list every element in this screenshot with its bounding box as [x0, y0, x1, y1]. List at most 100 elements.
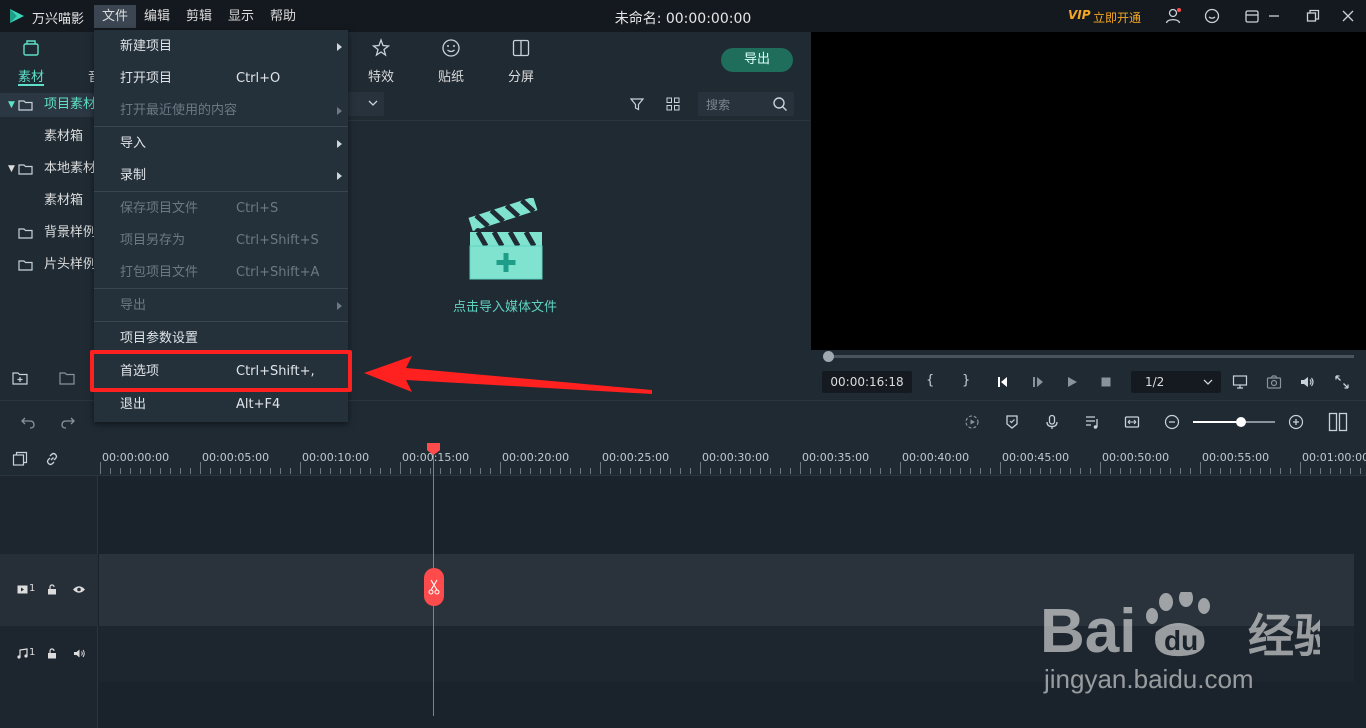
folder-icon: [18, 227, 33, 239]
menu-item-new-project[interactable]: 新建项目: [94, 32, 348, 62]
tree-item-label: 项目素材: [44, 97, 97, 112]
tree-item-label: 素材箱: [44, 129, 84, 144]
effects-icon[interactable]: [371, 38, 391, 58]
menu-item-save-as: 项目另存为 Ctrl+Shift+S: [120, 233, 319, 248]
video-track-number: 1: [29, 583, 36, 594]
undo-icon[interactable]: [20, 414, 36, 430]
render-preview-icon[interactable]: [964, 414, 980, 430]
menu-item-record[interactable]: 录制: [94, 161, 348, 191]
tree-item-background-samples[interactable]: 背景样例: [0, 221, 98, 245]
tree-item-project-media[interactable]: ▼ 项目素材: [0, 93, 98, 117]
app-name: 万兴喵影: [32, 12, 85, 27]
tree-item-label: 本地素材: [44, 161, 97, 176]
split-scissors-button[interactable]: [424, 568, 444, 606]
export-button[interactable]: 导出: [721, 48, 793, 72]
play-icon[interactable]: [1065, 375, 1079, 389]
fit-timeline-icon[interactable]: [1124, 414, 1140, 430]
import-media-link[interactable]: 点击导入媒体文件: [405, 296, 605, 315]
import-media-icon[interactable]: [468, 198, 544, 280]
menu-item-import[interactable]: 导入: [94, 129, 348, 159]
stop-icon[interactable]: [1099, 375, 1113, 389]
menu-edit[interactable]: 编辑: [136, 5, 178, 28]
vip-activate-link[interactable]: 立即开通: [1093, 9, 1141, 26]
feedback-icon[interactable]: [1203, 7, 1221, 25]
tree-item-intro-samples[interactable]: 片头样例: [0, 253, 98, 277]
sort-dropdown[interactable]: [348, 92, 384, 116]
folder-icon[interactable]: [59, 371, 75, 385]
eye-icon[interactable]: [72, 585, 86, 594]
folder-icon: [18, 259, 33, 271]
tab-split-screen[interactable]: 分屏: [500, 66, 542, 85]
restore-icon[interactable]: [1304, 7, 1322, 25]
audio-mixer-icon[interactable]: [1084, 414, 1100, 430]
monitor-icon[interactable]: [1232, 374, 1248, 390]
tree-item-label: 片头样例: [44, 257, 97, 272]
music-note-icon: [17, 648, 28, 659]
tree-item-label: 背景样例: [44, 225, 97, 240]
voiceover-icon[interactable]: [1044, 414, 1060, 430]
sticker-icon[interactable]: [441, 38, 461, 58]
menu-item-open-recent: 打开最近使用的内容: [94, 96, 348, 126]
app-logo-icon: [8, 7, 26, 25]
search-placeholder: 搜索: [706, 98, 731, 112]
tree-item-bin[interactable]: 素材箱: [0, 125, 98, 149]
title-bar: 万兴喵影 文件 编辑 剪辑 显示 帮助 未命名: 00:00:00:00 VIP…: [0, 0, 1366, 32]
store-icon[interactable]: [1243, 7, 1261, 25]
preview-quality-select[interactable]: 1/2: [1131, 371, 1221, 393]
zoom-out-icon[interactable]: [1164, 414, 1180, 430]
grid-view-icon[interactable]: [666, 97, 680, 111]
tab-effects[interactable]: 特效: [360, 66, 402, 85]
filter-icon[interactable]: [630, 97, 644, 111]
mark-in-icon[interactable]: {: [926, 373, 934, 388]
link-icon[interactable]: [44, 451, 60, 467]
media-icon[interactable]: [21, 38, 41, 58]
split-screen-icon[interactable]: [511, 38, 531, 58]
tab-stickers[interactable]: 贴纸: [430, 66, 472, 85]
speaker-icon[interactable]: [73, 648, 86, 659]
new-folder-icon[interactable]: [12, 371, 28, 385]
tree-item-local-media[interactable]: ▼ 本地素材: [0, 157, 98, 181]
menu-separator: [94, 126, 348, 127]
submenu-arrow-icon: [337, 43, 342, 51]
snapshot-icon[interactable]: [1266, 374, 1282, 390]
submenu-arrow-icon: [337, 140, 342, 148]
redo-icon[interactable]: [60, 414, 76, 430]
lock-icon[interactable]: [47, 584, 57, 595]
annotation-arrow: [360, 352, 656, 394]
lock-icon[interactable]: [47, 648, 57, 659]
close-icon[interactable]: [1339, 7, 1357, 25]
add-track-icon[interactable]: [12, 451, 28, 467]
menu-separator: [94, 288, 348, 289]
tree-item-bin[interactable]: 素材箱: [0, 189, 98, 213]
preview-progress-handle[interactable]: [823, 351, 834, 362]
fullscreen-icon[interactable]: [1334, 374, 1350, 390]
menu-help[interactable]: 帮助: [262, 5, 304, 28]
mark-out-icon[interactable]: }: [962, 373, 970, 388]
marker-icon[interactable]: [1004, 414, 1020, 430]
vip-badge[interactable]: VIP: [1068, 8, 1091, 22]
zoom-in-icon[interactable]: [1288, 414, 1304, 430]
current-time-display: 00:00:16:18: [822, 371, 912, 393]
menu-clip[interactable]: 剪辑: [178, 5, 220, 28]
account-icon[interactable]: [1164, 7, 1182, 25]
step-forward-icon[interactable]: [1031, 375, 1045, 389]
search-input[interactable]: 搜索: [698, 92, 794, 116]
menu-item-open-project[interactable]: 打开项目 Ctrl+O: [94, 64, 348, 94]
watermark-logo: Bai 经验 du: [1040, 592, 1320, 662]
expand-arrow-icon[interactable]: ▼: [8, 157, 15, 181]
menu-item-exit[interactable]: 退出 Alt+F4: [94, 390, 348, 420]
minimize-icon[interactable]: [1265, 7, 1283, 25]
svg-text:Bai: Bai: [1040, 597, 1136, 662]
tab-media[interactable]: 素材: [18, 66, 44, 85]
menu-view[interactable]: 显示: [220, 5, 262, 28]
panel-toggle-icon[interactable]: [1328, 412, 1348, 432]
step-back-icon[interactable]: [996, 375, 1010, 389]
zoom-slider-handle[interactable]: [1236, 417, 1246, 427]
volume-icon[interactable]: [1299, 374, 1315, 390]
submenu-arrow-icon: [337, 172, 342, 180]
menu-file[interactable]: 文件: [94, 5, 137, 28]
expand-arrow-icon[interactable]: ▼: [8, 93, 15, 117]
search-icon[interactable]: [772, 96, 788, 112]
preview-progress-bar[interactable]: [826, 355, 1354, 358]
preview-quality-value: 1/2: [1145, 375, 1165, 389]
